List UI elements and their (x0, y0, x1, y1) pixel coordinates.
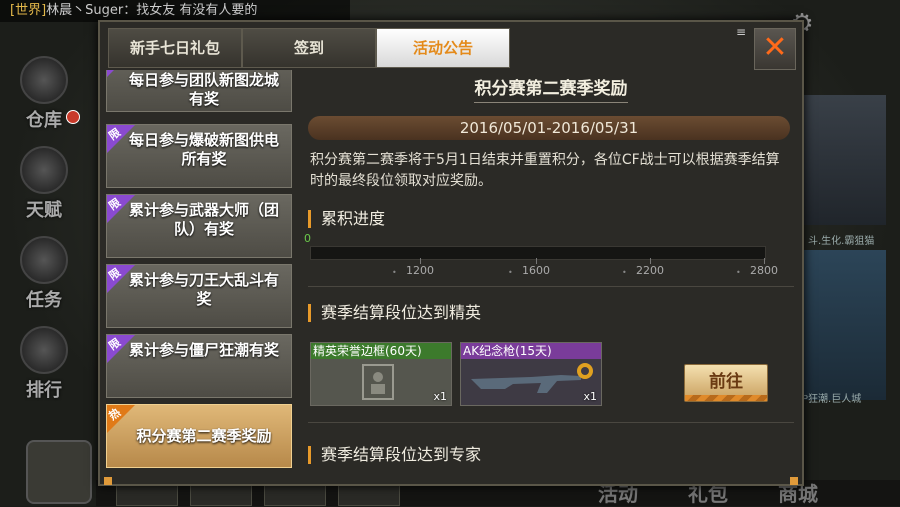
tick-label: 1200 (406, 264, 434, 277)
go-button-label: 前往 (709, 372, 743, 392)
corner-handle (104, 477, 112, 485)
nav-label: 任务 (26, 290, 62, 311)
date-range: 2016/05/01-2016/05/31 (308, 116, 790, 140)
warehouse-icon (20, 56, 68, 104)
sidebar-item[interactable]: 限 累计参与武器大师（团队）有奖 (106, 194, 292, 258)
left-nav: 仓库 天赋 任务 排行 (0, 40, 96, 480)
close-button[interactable]: ✕ (754, 28, 796, 70)
tab-sign-in[interactable]: 签到 (242, 28, 376, 68)
right-banner-caption: 斗.生化.霸狙猫 (808, 236, 875, 247)
talent-icon (20, 146, 68, 194)
menu-icon[interactable]: ≡ (736, 26, 748, 44)
divider (308, 286, 794, 287)
nav-label: 排行 (26, 380, 62, 401)
home-button[interactable] (26, 440, 92, 504)
reward-quantity: x1 (583, 390, 597, 403)
right-banner-1[interactable] (800, 95, 886, 225)
sidebar-item-label: 积分赛第二赛季奖励 (136, 427, 272, 445)
sidebar-item[interactable]: 限 每日参与爆破新图供电所有奖 (106, 124, 292, 188)
right-banner-2[interactable] (800, 250, 886, 400)
sidebar-item-active[interactable]: 热 积分赛第二赛季奖励 (106, 404, 292, 468)
progress-value: 0 (304, 232, 311, 245)
progress-heading: 累积进度 (308, 210, 385, 228)
sidebar-item[interactable]: 限 累计参与刀王大乱斗有奖 (106, 264, 292, 328)
go-button[interactable]: 前往 (684, 364, 768, 402)
nav-label: 天赋 (26, 200, 62, 221)
event-description: 积分赛第二赛季将于5月1日结束并重置积分，各位CF战士可以根据赛季结算时的最终段… (310, 152, 780, 189)
button-stripe (685, 395, 767, 401)
ranking-icon (20, 326, 68, 374)
chat-channel: [世界] (10, 3, 47, 18)
world-chat[interactable]: [世界]林晨丶Suger：找女友 有没有人要的 (0, 0, 350, 22)
chat-message: 林晨丶Suger：找女友 有没有人要的 (46, 3, 258, 18)
tab-newbie-7day[interactable]: 新手七日礼包 (108, 28, 242, 68)
frame-icon (311, 359, 451, 405)
sidebar-item-label: 累计参与武器大师（团队）有奖 (128, 201, 279, 238)
tick-label: 2800 (750, 264, 778, 277)
tick-label: 1600 (522, 264, 550, 277)
announcement-content: 积分赛第二赛季奖励 2016/05/01-2016/05/31 积分赛第二赛季将… (304, 70, 798, 474)
reward-name: AK纪念枪(15天) (461, 343, 601, 359)
nav-ranking[interactable]: 排行 (14, 326, 74, 402)
page-title: 积分赛第二赛季奖励 (474, 79, 628, 99)
tab-announcements[interactable]: 活动公告 (376, 28, 510, 68)
nav-tasks[interactable]: 任务 (14, 236, 74, 312)
tasks-icon (20, 236, 68, 284)
sidebar-item-label: 累计参与刀王大乱斗有奖 (128, 271, 279, 308)
sidebar-item-label: 每日参与团队新图龙城有奖 (128, 71, 279, 108)
event-list[interactable]: 每日参与团队新图龙城有奖 限 每日参与爆破新图供电所有奖 限 累计参与武器大师（… (106, 70, 296, 474)
nav-talent[interactable]: 天赋 (14, 146, 74, 222)
sidebar-item-label: 累计参与僵尸狂潮有奖 (128, 341, 279, 359)
nav-warehouse[interactable]: 仓库 (14, 56, 74, 132)
sidebar-item-label: 每日参与爆破新图供电所有奖 (128, 131, 279, 168)
nav-label: 仓库 (26, 110, 62, 131)
reward-item-ak[interactable]: AK纪念枪(15天) x1 (460, 342, 602, 406)
sidebar-item[interactable]: 限 累计参与僵尸狂潮有奖 (106, 334, 292, 398)
tier-heading-expert: 赛季结算段位达到专家 (308, 446, 481, 464)
tier-heading-elite: 赛季结算段位达到精英 (308, 304, 481, 322)
right-banner-caption: P狂潮.巨人城 (802, 394, 862, 405)
corner-handle (790, 477, 798, 485)
reward-quantity: x1 (433, 390, 447, 403)
tick-label: 2200 (636, 264, 664, 277)
rifle-icon (461, 359, 601, 405)
sidebar-item[interactable]: 每日参与团队新图龙城有奖 (106, 70, 292, 112)
event-dialog: 新手七日礼包 签到 活动公告 ≡ ✕ 每日参与团队新图龙城有奖 限 每日参与爆破… (98, 20, 804, 486)
progress-bar (310, 246, 766, 260)
reward-item-frame[interactable]: 精英荣誉边框(60天) x1 (310, 342, 452, 406)
notification-dot (66, 110, 80, 124)
title-underline (474, 102, 628, 103)
reward-name: 精英荣誉边框(60天) (311, 343, 451, 359)
divider (308, 422, 794, 423)
